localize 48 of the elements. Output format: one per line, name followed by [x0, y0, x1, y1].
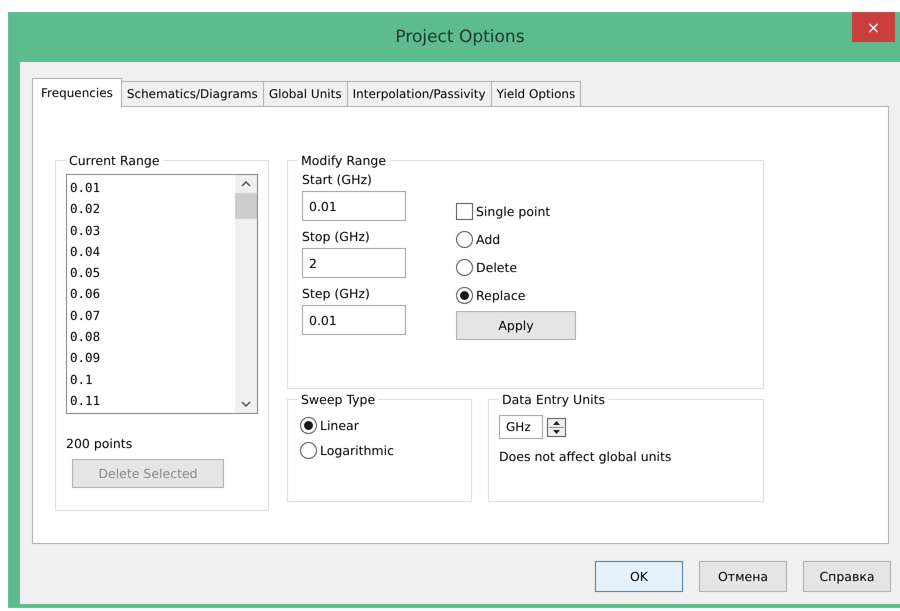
radio-button[interactable]: [300, 417, 317, 434]
group-title: Modify Range: [300, 153, 388, 168]
input-field[interactable]: 0.01: [302, 191, 406, 221]
group-title: Data Entry Units: [501, 392, 606, 407]
units-note: Does not affect global units: [499, 449, 672, 464]
input-field[interactable]: 0.01: [302, 305, 406, 335]
list-item[interactable]: 0.06: [70, 283, 232, 305]
list-item[interactable]: 0.08: [70, 326, 232, 348]
scrollbar-thumb[interactable]: [235, 193, 257, 219]
dialog-button[interactable]: OK: [595, 561, 683, 592]
list-item[interactable]: 0.05: [70, 262, 232, 284]
tab[interactable]: Frequencies: [32, 78, 122, 107]
apply-button[interactable]: Apply: [456, 311, 576, 340]
list-item[interactable]: 0.1: [70, 368, 232, 390]
radio-button[interactable]: [456, 287, 473, 304]
group-title: Sweep Type: [300, 392, 376, 407]
radio-button[interactable]: [300, 442, 317, 459]
list-item[interactable]: 0.03: [70, 220, 232, 241]
input-field[interactable]: 2: [302, 248, 406, 278]
single-point-checkbox[interactable]: Single point: [456, 203, 576, 220]
list-item[interactable]: 0.07: [70, 304, 232, 326]
radio-option[interactable]: Logarithmic: [300, 442, 461, 459]
unit-field[interactable]: GHz: [499, 415, 543, 439]
list-box[interactable]: 0.01 0.02 0.03 0.04 0.05 0.06 0.07 0.08 0.09 0.1 0.11: [66, 174, 258, 414]
radio-button[interactable]: [456, 231, 473, 248]
list-item[interactable]: 0.02: [70, 198, 232, 220]
list-item[interactable]: 0.09: [70, 347, 232, 369]
radio-option[interactable]: Linear: [300, 417, 461, 434]
spinner-icon[interactable]: [547, 418, 566, 436]
dialog-button[interactable]: Отмена: [699, 561, 787, 592]
dialog-button[interactable]: Справка: [803, 561, 891, 592]
field-label: Step (GHz): [302, 286, 371, 301]
window-title: Project Options: [395, 27, 525, 47]
checkbox[interactable]: [456, 203, 473, 220]
field-label: Start (GHz): [302, 172, 373, 187]
radio-option[interactable]: Add: [456, 231, 576, 248]
field-label: Stop (GHz): [302, 229, 371, 244]
group-title: Current Range: [68, 153, 161, 168]
radio-option[interactable]: Delete: [456, 259, 576, 276]
tab[interactable]: Yield Options: [490, 81, 582, 107]
point-count: 200 points: [66, 436, 134, 451]
list-item[interactable]: 0.11: [70, 390, 232, 412]
list-item[interactable]: 0.01: [70, 177, 232, 198]
radio-button[interactable]: [456, 259, 473, 276]
close-button[interactable]: ×: [852, 12, 895, 42]
list-item[interactable]: 0.04: [70, 240, 232, 262]
scrollbar[interactable]: [235, 175, 257, 413]
radio-option[interactable]: Replace: [456, 287, 576, 304]
